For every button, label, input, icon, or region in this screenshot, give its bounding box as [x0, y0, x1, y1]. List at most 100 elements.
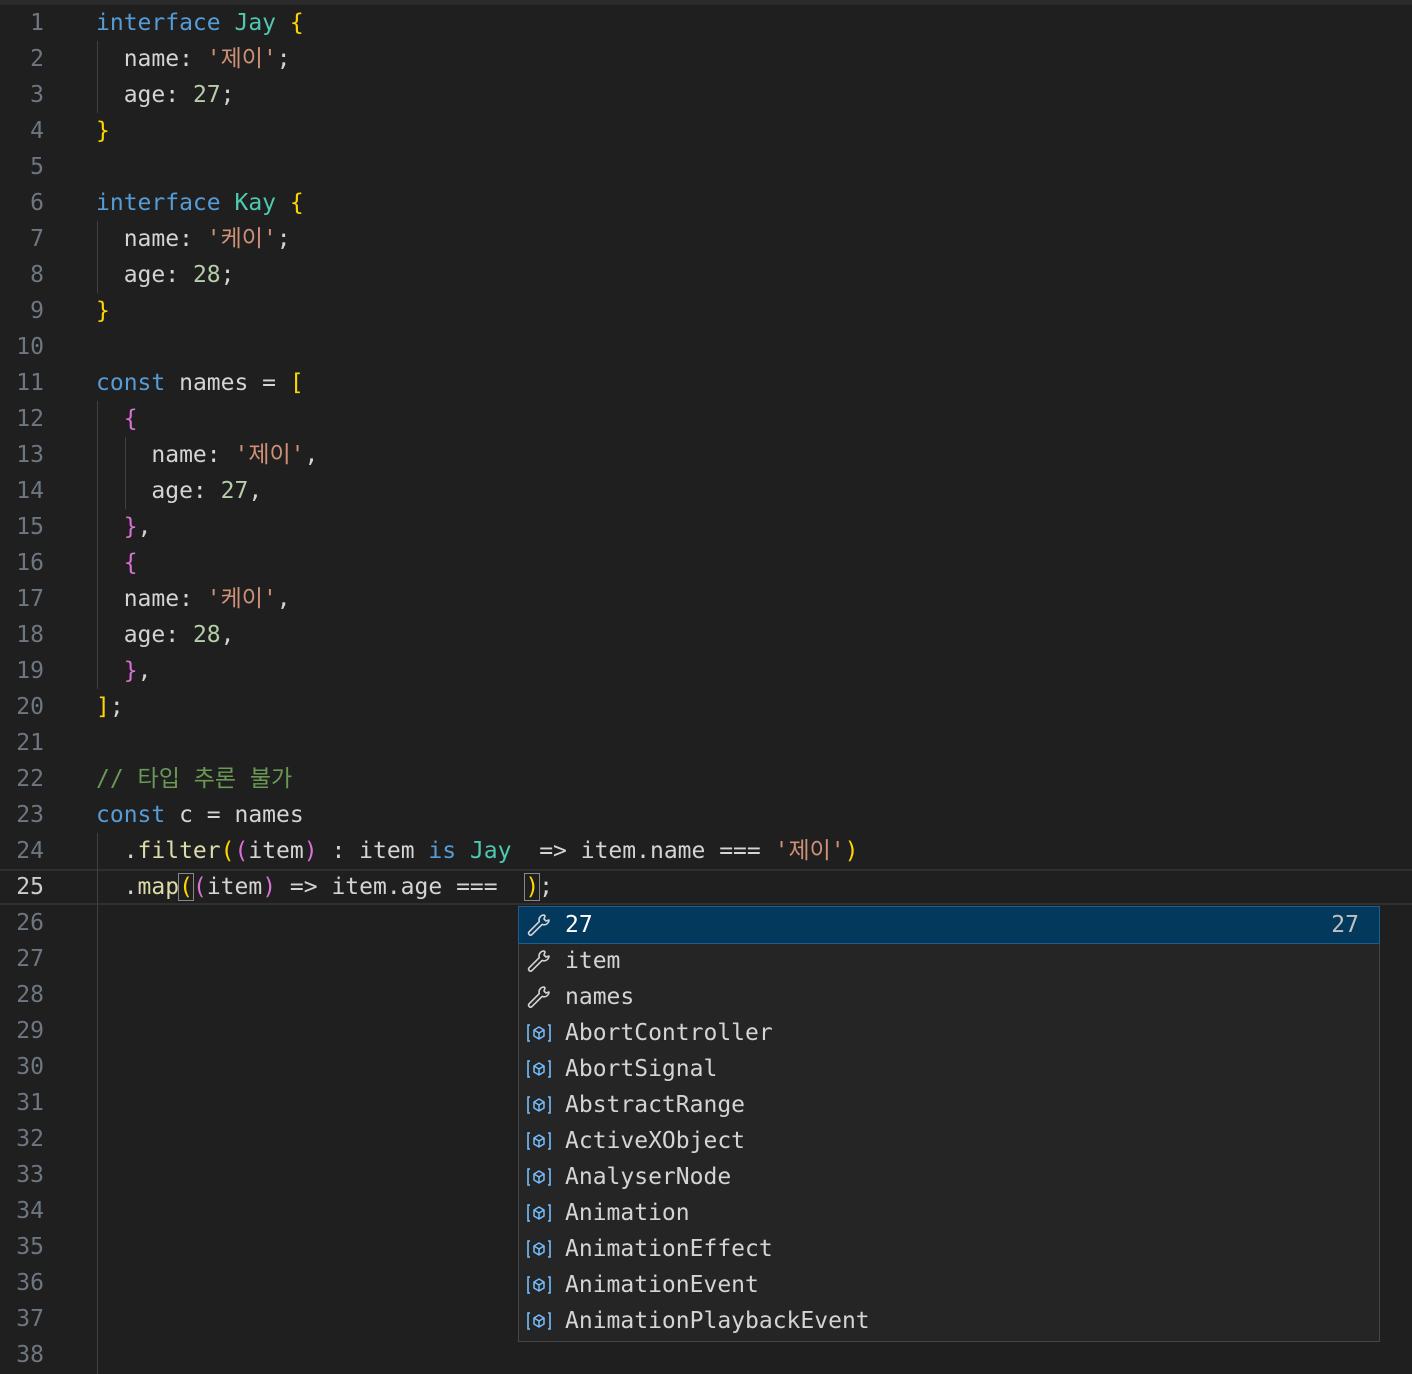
- code-token: {: [123, 550, 138, 576]
- code-line[interactable]: 3 age: 27;: [0, 77, 1412, 113]
- code-line[interactable]: 4}: [0, 113, 1412, 149]
- suggestion-item[interactable]: AnimationPlaybackEvent: [519, 1303, 1379, 1339]
- line-number: 7: [30, 226, 44, 252]
- code-token: ,: [276, 586, 291, 612]
- line-number: 8: [30, 262, 44, 288]
- code-line[interactable]: 24 .filter((item) : item is Jay => item.…: [0, 833, 1412, 869]
- suggestion-item[interactable]: Animation: [519, 1195, 1379, 1231]
- code-line[interactable]: 13 name: '제이',: [0, 437, 1412, 473]
- suggestion-item[interactable]: AnalyserNode: [519, 1159, 1379, 1195]
- suggestion-item[interactable]: AbortController: [519, 1015, 1379, 1051]
- code-text: name: '제이';: [96, 41, 291, 77]
- code-line[interactable]: 1 interface Jay {: [0, 5, 1412, 41]
- code-token: '케이': [206, 586, 277, 612]
- code-token: ): [303, 838, 318, 864]
- code-token: '케이': [206, 226, 277, 252]
- code-text: age: 27;: [96, 77, 235, 113]
- code-line[interactable]: 9}: [0, 293, 1412, 329]
- code-line[interactable]: 17 name: '케이',: [0, 581, 1412, 617]
- line-number: 4: [30, 118, 44, 144]
- suggestion-label: Animation: [565, 1200, 690, 1226]
- suggestion-label: AnimationPlaybackEvent: [565, 1308, 870, 1334]
- code-line[interactable]: 10: [0, 329, 1412, 365]
- suggestion-item[interactable]: names: [519, 979, 1379, 1015]
- suggestion-item[interactable]: AbstractRange: [519, 1087, 1379, 1123]
- code-token: name:: [96, 226, 207, 252]
- code-text: .map((item) => item.age === );: [96, 871, 553, 903]
- line-number: 21: [16, 730, 44, 756]
- code-line[interactable]: 6 interface Kay {: [0, 185, 1412, 221]
- code-line[interactable]: 20];: [0, 689, 1412, 725]
- code-token: age:: [96, 82, 193, 108]
- code-line[interactable]: 16 {: [0, 545, 1412, 581]
- code-line[interactable]: 19 },: [0, 653, 1412, 689]
- code-text: interface Jay {: [96, 5, 304, 41]
- code-line[interactable]: 5: [0, 149, 1412, 185]
- code-line[interactable]: 23 const c = names: [0, 797, 1412, 833]
- suggestion-item[interactable]: 27 27: [518, 906, 1380, 944]
- code-token: (: [220, 838, 235, 864]
- line-number: 37: [16, 1306, 44, 1332]
- line-number: 30: [16, 1054, 44, 1080]
- wrench-icon: [525, 912, 553, 938]
- line-number: 15: [16, 514, 44, 540]
- suggestion-label: AbortSignal: [565, 1056, 718, 1082]
- code-token: '제이': [206, 46, 277, 72]
- code-token: item: [248, 838, 304, 864]
- code-line[interactable]: 12 {: [0, 401, 1412, 437]
- code-line[interactable]: 22 // 타입 추론 불가: [0, 761, 1412, 797]
- code-token: ,: [137, 514, 152, 540]
- code-line[interactable]: 21: [0, 725, 1412, 761]
- code-token: }: [96, 118, 110, 144]
- code-text: ];: [96, 689, 124, 725]
- code-token: '제이': [774, 838, 845, 864]
- indent-guide: [97, 401, 98, 689]
- code-token: {: [289, 10, 304, 36]
- code-token: interface: [96, 190, 221, 216]
- variable-icon: [525, 1272, 553, 1298]
- code-line[interactable]: 18 age: 28,: [0, 617, 1412, 653]
- code-token: ;: [220, 262, 235, 288]
- code-line[interactable]: 7 name: '케이';: [0, 221, 1412, 257]
- code-line[interactable]: 38: [0, 1337, 1412, 1373]
- code-line[interactable]: 8 age: 28;: [0, 257, 1412, 293]
- line-number: 34: [16, 1198, 44, 1224]
- suggestion-item[interactable]: AbortSignal: [519, 1051, 1379, 1087]
- code-token: 27: [220, 478, 249, 504]
- code-token: is: [428, 838, 457, 864]
- line-number: 6: [30, 190, 44, 216]
- code-token: age:: [96, 478, 221, 504]
- suggestion-item[interactable]: AnimationEffect: [519, 1231, 1379, 1267]
- code-line[interactable]: 2 name: '제이';: [0, 41, 1412, 77]
- code-line[interactable]: 14 age: 27,: [0, 473, 1412, 509]
- code-token: }: [123, 658, 138, 684]
- suggestion-label: ActiveXObject: [565, 1128, 746, 1154]
- code-token: {: [289, 190, 304, 216]
- wrench-icon: [525, 984, 553, 1010]
- line-number: 22: [16, 766, 44, 792]
- code-line[interactable]: 15 },: [0, 509, 1412, 545]
- code-token: ;: [220, 82, 235, 108]
- code-line[interactable]: 11 const names = [: [0, 365, 1412, 401]
- code-token: names =: [165, 370, 290, 396]
- line-number: 11: [16, 370, 44, 396]
- code-token: ,: [220, 622, 235, 648]
- line-number: 2: [30, 46, 44, 72]
- suggestion-item[interactable]: AnimationEvent: [519, 1267, 1379, 1303]
- code-token: Kay: [234, 190, 277, 216]
- suggestion-item[interactable]: ActiveXObject: [519, 1123, 1379, 1159]
- code-token: c = names: [165, 802, 304, 828]
- code-token: interface: [96, 10, 221, 36]
- suggestion-widget[interactable]: 27 27 item names AbortController AbortSignal A…: [518, 906, 1380, 1342]
- code-token: }: [123, 514, 138, 540]
- code-line[interactable]: 25 .map((item) => item.age === );: [0, 869, 1412, 905]
- code-token: ,: [304, 442, 319, 468]
- suggestion-item[interactable]: item: [519, 943, 1379, 979]
- code-token: const: [96, 802, 166, 828]
- wrench-icon: [525, 948, 553, 974]
